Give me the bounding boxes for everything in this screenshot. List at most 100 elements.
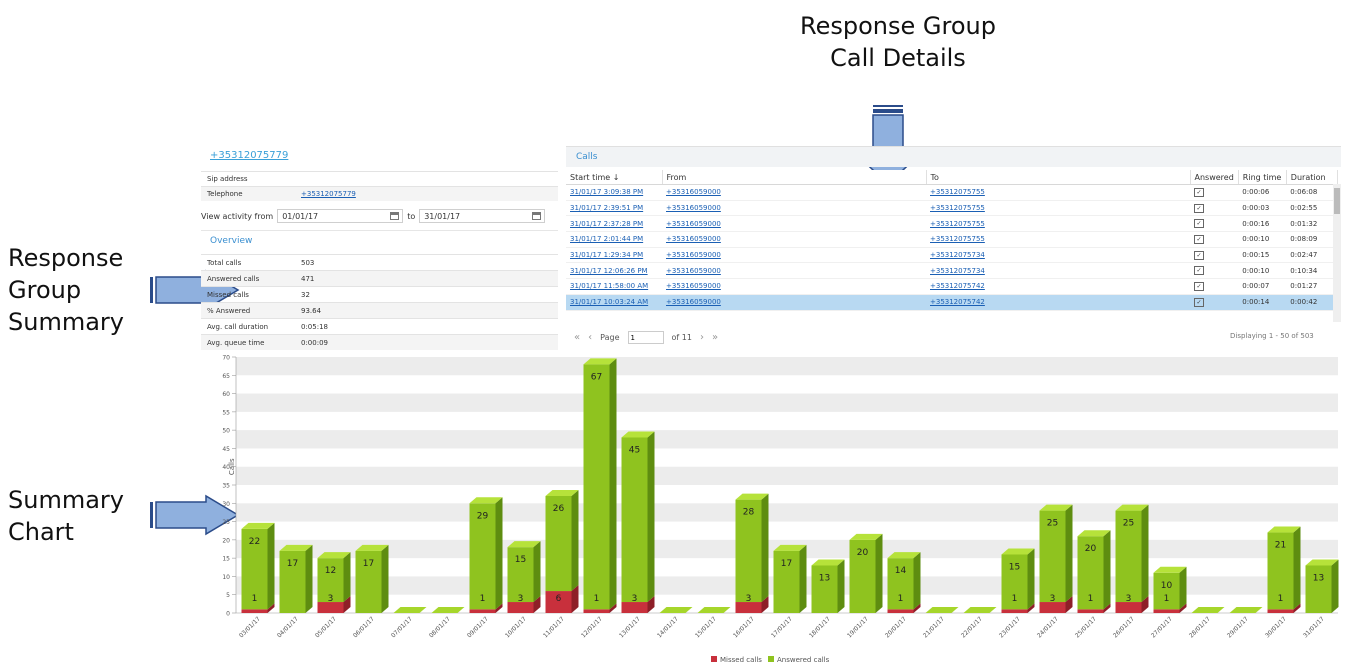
bar-zero-top: [393, 607, 427, 613]
x-tick-label: 07/01/17: [390, 615, 414, 639]
data-label-answered: 45: [629, 445, 640, 455]
data-label-answered: 15: [515, 555, 526, 565]
data-label-answered: 13: [1313, 573, 1324, 583]
x-tick-label: 09/01/17: [466, 615, 490, 639]
bar-missed: [1001, 609, 1028, 613]
x-tick-label: 24/01/17: [1036, 615, 1060, 639]
data-label-answered: 22: [249, 537, 260, 547]
x-tick-label: 22/01/17: [960, 615, 984, 639]
legend-label-answered: Answered calls: [777, 656, 830, 664]
x-tick-label: 31/01/17: [1302, 615, 1326, 639]
y-tick-label: 60: [222, 391, 230, 398]
data-label-missed: 6: [556, 594, 562, 604]
bar-answered-side: [1293, 526, 1301, 610]
data-label-missed: 1: [480, 594, 486, 604]
x-tick-label: 13/01/17: [618, 615, 642, 639]
bar-answered-side: [1103, 530, 1111, 610]
legend-swatch-answered: [768, 656, 774, 662]
data-label-missed: 3: [328, 594, 334, 604]
y-tick-label: 70: [222, 355, 230, 362]
bar-answered: [583, 364, 610, 610]
gridline-band: [236, 393, 1338, 412]
data-label-missed: 1: [1012, 594, 1018, 604]
x-tick-label: 08/01/17: [428, 615, 452, 639]
bar-answered-side: [799, 544, 807, 613]
x-tick-label: 15/01/17: [694, 615, 718, 639]
data-label-answered: 25: [1047, 519, 1058, 529]
data-label-missed: 3: [1050, 594, 1056, 604]
legend-swatch-missed: [711, 656, 717, 662]
data-label-missed: 3: [746, 594, 752, 604]
bar-answered-side: [875, 533, 883, 613]
gridline-band: [236, 466, 1338, 485]
data-label-missed: 1: [1164, 594, 1170, 604]
x-tick-label: 29/01/17: [1226, 615, 1250, 639]
x-tick-label: 14/01/17: [656, 615, 680, 639]
y-axis-title: Calls: [228, 458, 236, 475]
bar-missed: [241, 609, 268, 613]
data-label-answered: 13: [819, 573, 830, 583]
y-tick-label: 55: [222, 409, 230, 416]
x-tick-label: 23/01/17: [998, 615, 1022, 639]
bar-answered-side: [495, 497, 503, 610]
data-label-answered: 15: [1009, 562, 1020, 572]
bar-answered-side: [1179, 566, 1187, 610]
x-tick-label: 11/01/17: [542, 615, 566, 639]
y-tick-label: 5: [226, 592, 230, 599]
bar-answered-side: [609, 358, 617, 610]
y-tick-label: 45: [222, 446, 230, 453]
bar-zero-top: [963, 607, 997, 613]
bar-zero-top: [659, 607, 693, 613]
data-label-answered: 12: [325, 566, 336, 576]
y-tick-label: 10: [222, 574, 230, 581]
x-tick-label: 12/01/17: [580, 615, 604, 639]
data-label-missed: 1: [1278, 594, 1284, 604]
data-label-answered: 20: [857, 548, 869, 558]
bar-answered-side: [305, 544, 313, 613]
x-tick-label: 20/01/17: [884, 615, 908, 639]
data-label-answered: 29: [477, 511, 489, 521]
data-label-answered: 10: [1161, 581, 1173, 591]
bar-answered-side: [571, 489, 579, 592]
bar-answered-side: [1331, 559, 1339, 613]
bar-missed: [1267, 609, 1294, 613]
data-label-answered: 17: [781, 559, 792, 569]
data-label-missed: 3: [632, 594, 638, 604]
data-label-missed: 3: [1126, 594, 1132, 604]
x-tick-label: 18/01/17: [808, 615, 832, 639]
data-label-answered: 20: [1085, 544, 1097, 554]
x-tick-label: 10/01/17: [504, 615, 528, 639]
y-tick-label: 15: [222, 556, 230, 563]
legend-label-missed: Missed calls: [720, 656, 762, 664]
x-tick-label: 06/01/17: [352, 615, 376, 639]
bar-zero-top: [431, 607, 465, 613]
data-label-answered: 26: [553, 504, 565, 514]
gridline-band: [236, 430, 1338, 449]
data-label-answered: 14: [895, 566, 907, 576]
data-label-missed: 1: [594, 594, 600, 604]
data-label-answered: 17: [363, 559, 374, 569]
bar-zero-top: [925, 607, 959, 613]
data-label-missed: 3: [518, 594, 524, 604]
bar-zero-top: [697, 607, 731, 613]
bar-missed: [887, 609, 914, 613]
data-label-missed: 1: [898, 594, 904, 604]
bar-zero-top: [1229, 607, 1263, 613]
x-tick-label: 17/01/17: [770, 615, 794, 639]
x-tick-label: 30/01/17: [1264, 615, 1288, 639]
data-label-answered: 25: [1123, 519, 1134, 529]
y-tick-label: 25: [222, 519, 230, 526]
y-tick-label: 30: [222, 501, 230, 508]
y-tick-label: 50: [222, 428, 230, 435]
data-label-missed: 1: [252, 594, 258, 604]
x-tick-label: 25/01/17: [1074, 615, 1098, 639]
y-tick-label: 0: [226, 611, 230, 618]
bar-answered-side: [381, 544, 389, 613]
x-tick-label: 16/01/17: [732, 615, 756, 639]
bar-answered-side: [1065, 504, 1073, 603]
summary-chart: 0510152025303540455055606570Calls22103/0…: [222, 355, 1339, 664]
data-label-answered: 21: [1275, 541, 1286, 551]
x-tick-label: 19/01/17: [846, 615, 870, 639]
data-label-missed: 1: [1088, 594, 1094, 604]
x-tick-label: 27/01/17: [1150, 615, 1174, 639]
